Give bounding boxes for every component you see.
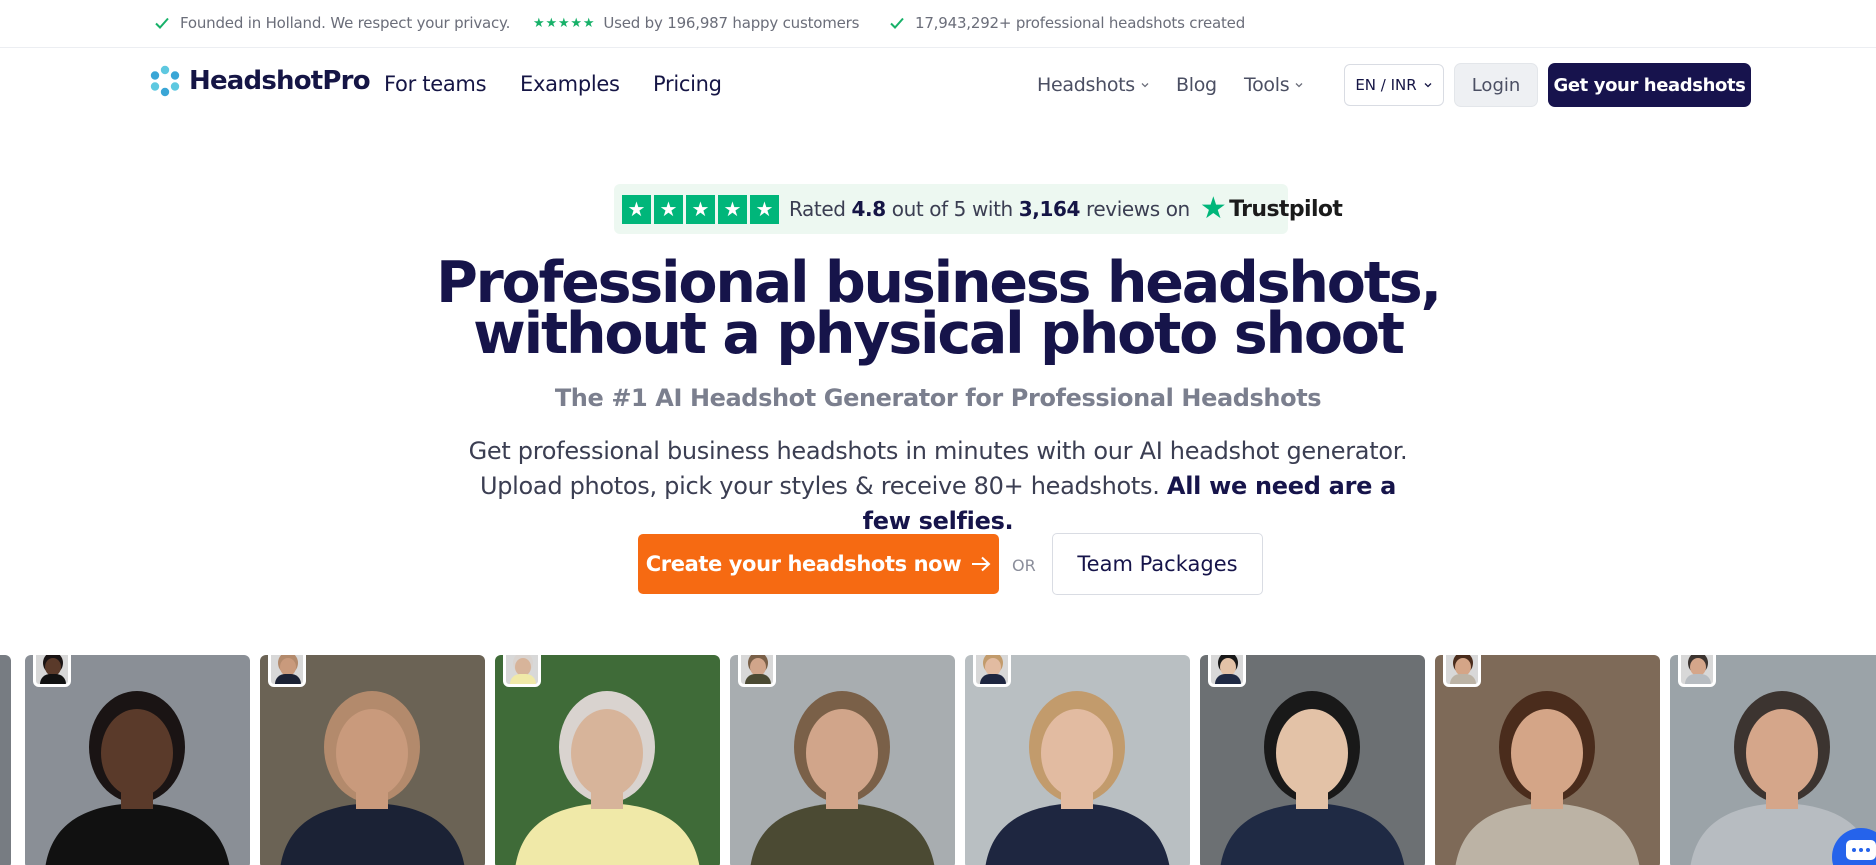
login-button[interactable]: Login xyxy=(1454,63,1538,107)
reviews-on-label: reviews on xyxy=(1086,197,1190,221)
create-headshots-button[interactable]: Create your headshots now xyxy=(638,534,999,594)
or-separator: OR xyxy=(1012,556,1036,575)
nav-link-examples[interactable]: Examples xyxy=(520,72,620,96)
hero-title-line2: without a physical photo shoot xyxy=(473,301,1405,367)
hero-title: Professional business headshots, without… xyxy=(0,255,1876,363)
chevron-down-icon xyxy=(1141,83,1149,88)
chevron-down-icon xyxy=(1295,83,1303,88)
customers-text: Used by 196,987 happy customers xyxy=(603,14,860,32)
rated-label: Rated xyxy=(789,197,846,221)
rating-value: 4.8 xyxy=(851,197,887,221)
headshot-card xyxy=(495,655,720,865)
nav-link-pricing[interactable]: Pricing xyxy=(653,72,722,96)
chevron-down-icon xyxy=(1424,83,1432,88)
selfie-thumbnail xyxy=(1208,655,1246,687)
headshot-card xyxy=(1435,655,1660,865)
language-currency-select[interactable]: EN / INR xyxy=(1344,64,1444,106)
star-icon: ★ xyxy=(654,194,683,224)
headshot-card xyxy=(730,655,955,865)
nav-link-blog[interactable]: Blog xyxy=(1176,74,1217,96)
selfie-thumbnail xyxy=(503,655,541,687)
nav-dropdown-headshots[interactable]: Headshots xyxy=(1037,74,1150,96)
nav-dropdown-tools[interactable]: Tools xyxy=(1244,74,1304,96)
selfie-thumbnail xyxy=(33,655,71,687)
arrow-right-icon xyxy=(972,556,991,572)
headshot-card xyxy=(1200,655,1425,865)
trustpilot-logo: ★ Trustpilot xyxy=(1199,191,1343,226)
create-headshots-label: Create your headshots now xyxy=(645,552,962,576)
headshot-card xyxy=(0,655,11,865)
trustpilot-brand-name: Trustpilot xyxy=(1229,196,1343,222)
out-of-label: out of 5 with xyxy=(891,197,1013,221)
privacy-note: Founded in Holland. We respect your priv… xyxy=(153,0,510,46)
five-stars-icon: ★ ★ ★ ★ ★ xyxy=(533,15,595,31)
customers-note: ★ ★ ★ ★ ★ Used by 196,987 happy customers xyxy=(533,0,859,46)
hero-subtitle: The #1 AI Headshot Generator for Profess… xyxy=(554,384,1322,412)
headshot-card xyxy=(260,655,485,865)
get-headshots-button[interactable]: Get your headshots xyxy=(1548,63,1751,107)
trust-bar: Founded in Holland. We respect your priv… xyxy=(0,0,1876,48)
headshots-created-note: 17,943,292+ professional headshots creat… xyxy=(888,0,1245,46)
chat-icon xyxy=(1846,840,1876,860)
selfie-thumbnail xyxy=(1678,655,1716,687)
language-currency-value: EN / INR xyxy=(1355,76,1417,94)
star-icon: ★ xyxy=(750,194,779,224)
trustpilot-text: Rated 4.8 out of 5 with 3,164 reviews on xyxy=(789,197,1190,221)
check-icon xyxy=(890,17,904,29)
headshot-card xyxy=(25,655,250,865)
team-packages-button[interactable]: Team Packages xyxy=(1052,533,1263,595)
logo-icon xyxy=(150,65,180,97)
selfie-thumbnail xyxy=(738,655,776,687)
check-icon xyxy=(155,17,169,29)
brand-logo[interactable]: HeadshotPro xyxy=(149,65,371,97)
star-icon: ★ xyxy=(622,194,651,224)
star-icon: ★ xyxy=(686,194,715,224)
headshots-created-text: 17,943,292+ professional headshots creat… xyxy=(915,14,1246,32)
star-icon: ★ xyxy=(718,194,747,224)
trustpilot-star-icon: ★ xyxy=(1199,191,1227,226)
selfie-thumbnail xyxy=(268,655,306,687)
privacy-text: Founded in Holland. We respect your priv… xyxy=(180,14,511,32)
nav-link-for-teams[interactable]: For teams xyxy=(384,72,487,96)
headshot-gallery xyxy=(0,655,1876,865)
review-count: 3,164 xyxy=(1018,197,1081,221)
trustpilot-rating[interactable]: ★ ★ ★ ★ ★ Rated 4.8 out of 5 with 3,164 … xyxy=(614,184,1343,234)
selfie-thumbnail xyxy=(1443,655,1481,687)
nav-dropdown-headshots-label: Headshots xyxy=(1037,74,1135,96)
brand-name: HeadshotPro xyxy=(189,66,371,96)
nav-dropdown-tools-label: Tools xyxy=(1244,74,1290,96)
main-nav: HeadshotPro For teams Examples Pricing H… xyxy=(0,48,1876,122)
selfie-thumbnail xyxy=(973,655,1011,687)
trustpilot-stars: ★ ★ ★ ★ ★ xyxy=(622,194,779,224)
hero-description: Get professional business headshots in m… xyxy=(460,434,1416,539)
headshot-card xyxy=(965,655,1190,865)
